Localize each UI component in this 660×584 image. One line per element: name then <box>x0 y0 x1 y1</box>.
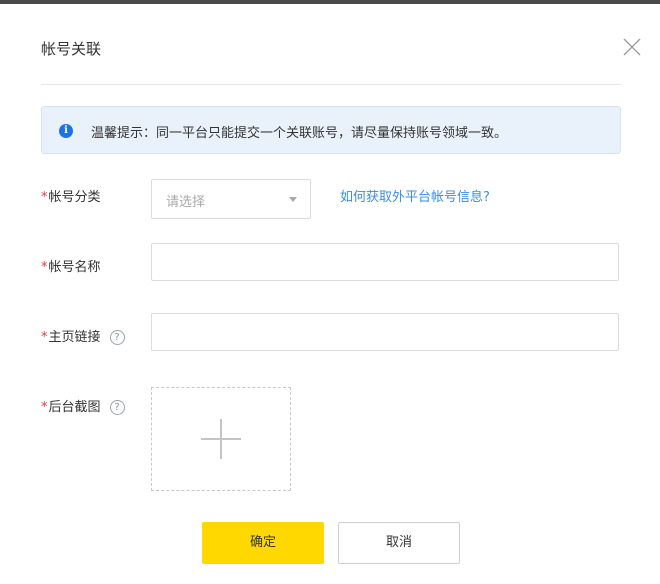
info-icon: i <box>59 124 73 138</box>
chevron-down-icon <box>289 197 297 202</box>
homepage-link-input[interactable] <box>151 313 619 351</box>
account-link-dialog: 帐号关联 i 温馨提示：同一平台只能提交一个关联账号，请尽量保持账号领域一致。 … <box>0 4 660 584</box>
help-icon[interactable]: ? <box>109 330 125 345</box>
category-select-placeholder: 请选择 <box>166 195 206 210</box>
required-mark: * <box>41 400 48 415</box>
category-label: *帐号分类 <box>41 186 101 205</box>
tip-banner: i 温馨提示：同一平台只能提交一个关联账号，请尽量保持账号领域一致。 <box>41 106 621 154</box>
account-name-input[interactable] <box>151 243 619 281</box>
required-mark: * <box>41 330 48 345</box>
name-label-text: 帐号名称 <box>48 260 101 275</box>
dialog-title: 帐号关联 <box>41 40 102 58</box>
name-label: *帐号名称 <box>41 256 101 275</box>
help-icon[interactable]: ? <box>109 400 125 415</box>
confirm-button[interactable]: 确定 <box>202 522 324 564</box>
homepage-label: *主页链接? <box>41 326 125 345</box>
title-divider <box>41 84 621 85</box>
category-select[interactable]: 请选择 <box>151 179 311 219</box>
required-mark: * <box>41 190 48 205</box>
tip-text: 温馨提示：同一平台只能提交一个关联账号，请尽量保持账号领域一致。 <box>91 126 508 141</box>
screenshot-label-text: 后台截图 <box>48 400 101 415</box>
category-label-text: 帐号分类 <box>48 190 101 205</box>
help-link[interactable]: 如何获取外平台帐号信息? <box>340 186 490 205</box>
screenshot-upload[interactable] <box>151 387 291 491</box>
cancel-button[interactable]: 取消 <box>338 522 460 564</box>
homepage-label-text: 主页链接 <box>48 330 101 345</box>
screenshot-label: *后台截图? <box>41 396 125 415</box>
close-icon[interactable] <box>620 35 644 59</box>
required-mark: * <box>41 260 48 275</box>
